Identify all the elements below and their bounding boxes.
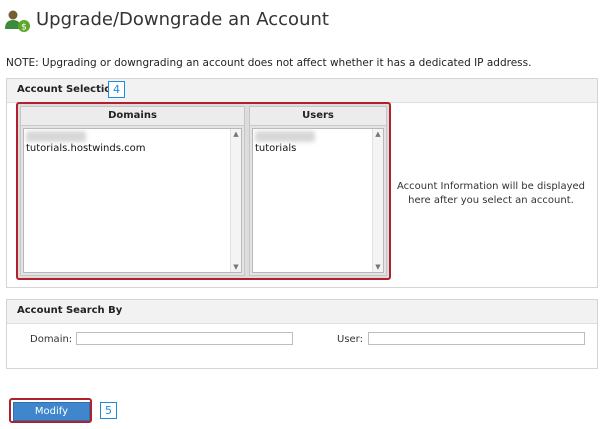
account-info-text: Account Information will be displayed he… [397,181,585,206]
svg-text:$: $ [21,23,27,33]
modify-button[interactable]: Modify [13,402,90,421]
users-scrollbar[interactable]: ▲ ▼ [372,129,383,272]
scroll-up-icon[interactable]: ▲ [373,129,383,139]
scroll-down-icon[interactable]: ▼ [373,262,383,272]
step-4-badge: 4 [108,81,125,98]
account-search-header: Account Search By [7,300,597,324]
domains-listbox[interactable]: tutorials.hostwinds.com ▲ ▼ [23,128,242,273]
scroll-down-icon[interactable]: ▼ [231,262,241,272]
domain-option[interactable]: tutorials.hostwinds.com [26,142,229,155]
user-search-input[interactable] [368,332,585,345]
domains-column: Domains tutorials.hostwinds.com ▲ ▼ [20,106,245,276]
domain-search-input[interactable] [76,332,293,345]
account-selection-title: Account Selection [17,84,119,95]
user-option[interactable]: tutorials [255,142,371,155]
account-select-group: Domains tutorials.hostwinds.com ▲ ▼ User… [16,102,391,280]
users-listbox[interactable]: tutorials ▲ ▼ [252,128,384,273]
domains-header: Domains [21,107,244,126]
page-title: Upgrade/Downgrade an Account [36,9,329,30]
step-5-badge: 5 [100,402,117,419]
redacted-domain-row [26,131,86,142]
domain-label: Domain: [30,334,73,345]
ip-note: NOTE: Upgrading or downgrading an accoun… [6,57,532,69]
users-column: Users tutorials ▲ ▼ [249,106,387,276]
domains-scrollbar[interactable]: ▲ ▼ [230,129,241,272]
account-selection-header: Account Selection [7,79,597,103]
user-upgrade-icon: $ [4,9,32,35]
user-label: User: [337,334,363,345]
account-search-title: Account Search By [17,305,123,316]
scroll-up-icon[interactable]: ▲ [231,129,241,139]
users-header: Users [250,107,386,126]
redacted-user-row [255,131,315,142]
